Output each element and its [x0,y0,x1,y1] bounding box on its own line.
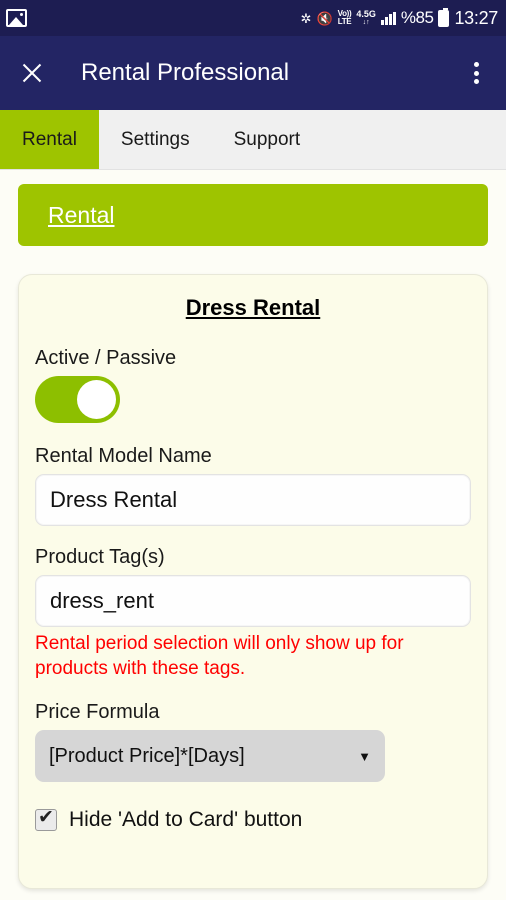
active-passive-label: Active / Passive [35,347,177,369]
rental-model-name-label: Rental Model Name [35,445,212,467]
rental-banner: Rental [18,184,488,246]
hide-add-to-card-checkbox[interactable] [35,806,57,831]
product-tags-label: Product Tag(s) [35,546,165,568]
clock-label: 13:27 [454,7,498,28]
status-bar-left [6,9,27,27]
status-bar-right: ✲ 🔇 Vo)) LTE 4.5G ↓↑ %85 13:27 [300,7,498,29]
dress-rental-card: Dress Rental Active / Passive Rental Mod… [18,274,488,889]
overflow-menu-icon[interactable] [464,60,488,86]
rental-banner-link[interactable]: Rental [48,202,114,229]
bluetooth-icon: ✲ [300,10,312,26]
signal-bars-icon [380,11,396,25]
rental-model-name-input[interactable] [35,474,471,526]
app-bar: Rental Professional [0,36,506,110]
battery-percent-label: %85 [400,8,434,27]
network-arrows: ↓↑ [362,19,370,26]
volte-icon: Vo)) LTE [338,10,352,26]
tab-support[interactable]: Support [212,110,323,169]
page-body: Rental Dress Rental Active / Passive Ren… [0,184,506,889]
product-tags-group: Product Tag(s) Rental period selection w… [35,546,471,681]
volte-line-2: LTE [337,17,352,26]
network-type-icon: 4.5G ↓↑ [356,9,376,27]
close-icon[interactable] [18,59,46,87]
price-formula-value: [Product Price]*[Days] [49,744,245,767]
price-formula-select[interactable]: [Product Price]*[Days] ▼ [35,730,385,782]
network-type-label: 4.5G [356,9,376,19]
product-tags-input[interactable] [35,575,471,627]
battery-icon [438,7,450,27]
hide-add-to-card-label: Hide 'Add to Card' button [69,808,303,831]
photo-icon [6,9,27,27]
page-title: Rental Professional [81,59,290,86]
toggle-knob [77,380,116,419]
card-title: Dress Rental [185,295,321,320]
hide-add-to-card-row[interactable]: Hide 'Add to Card' button [35,806,471,832]
price-formula-label: Price Formula [35,701,160,723]
price-formula-group: Price Formula [Product Price]*[Days] ▼ [35,701,471,782]
tab-settings[interactable]: Settings [99,110,212,169]
product-tags-helper-text: Rental period selection will only show u… [35,633,404,679]
tab-settings-label: Settings [120,128,190,150]
tab-rental-label: Rental [22,128,77,150]
rental-model-name-group: Rental Model Name [35,445,471,526]
tab-bar: Rental Settings Support [0,110,506,170]
tab-rental[interactable]: Rental [0,110,99,169]
active-passive-group: Active / Passive [35,347,471,423]
active-passive-toggle[interactable] [35,376,120,423]
chevron-down-icon: ▼ [358,748,371,764]
tab-support-label: Support [233,128,301,150]
vibrate-mute-icon: 🔇 [316,10,333,26]
status-bar: ✲ 🔇 Vo)) LTE 4.5G ↓↑ %85 13:27 [0,0,506,36]
